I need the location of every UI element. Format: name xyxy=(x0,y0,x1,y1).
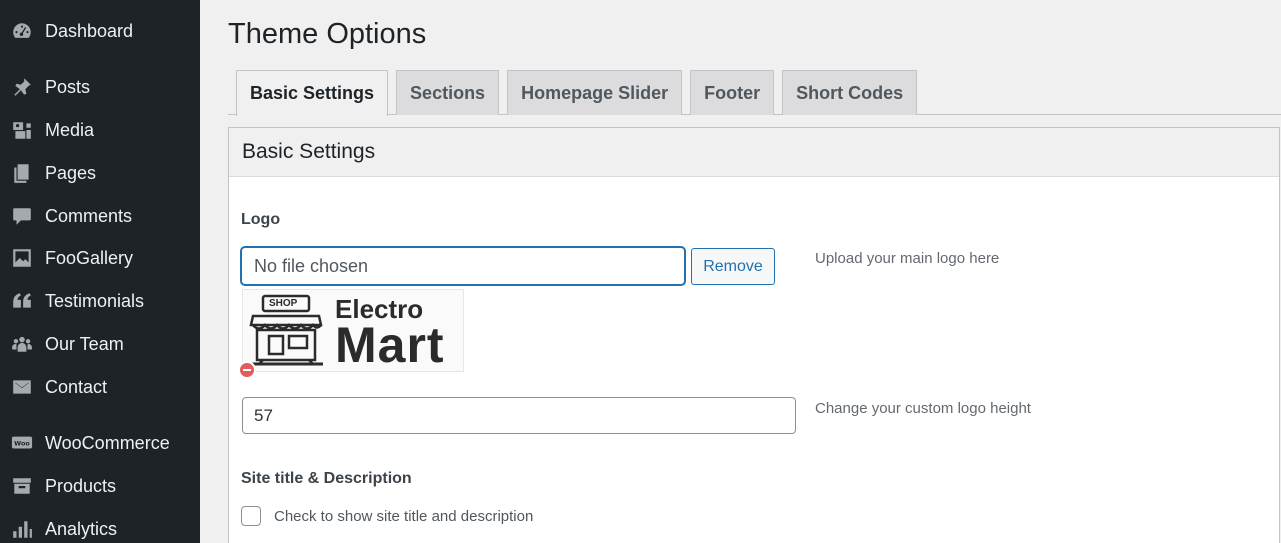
pages-icon xyxy=(10,161,34,185)
groups-icon xyxy=(10,332,34,356)
sidebar-item-label: Testimonials xyxy=(45,290,145,311)
sidebar-item-posts[interactable]: Posts xyxy=(0,69,200,105)
site-title-checkbox-label[interactable]: Check to show site title and description xyxy=(274,508,533,525)
tab-footer[interactable]: Footer xyxy=(690,70,775,115)
sidebar-item-pages[interactable]: Pages xyxy=(0,155,200,191)
tab-bar: Basic Settings Sections Homepage Slider … xyxy=(228,70,918,116)
remove-logo-button[interactable]: Remove xyxy=(691,248,775,285)
logo-help-text: Upload your main logo here xyxy=(815,250,1000,267)
sidebar-item-products[interactable]: Products xyxy=(0,468,200,504)
sidebar-item-label: WooCommerce xyxy=(45,432,170,453)
sidebar-item-media[interactable]: Media xyxy=(0,112,200,148)
sidebar-item-label: Media xyxy=(45,119,95,140)
sidebar-item-label: Products xyxy=(45,475,117,496)
tab-short-codes[interactable]: Short Codes xyxy=(782,70,918,115)
logo-label: Logo xyxy=(241,211,281,228)
sidebar-item-label: FooGallery xyxy=(45,247,134,268)
sidebar-item-dashboard[interactable]: Dashboard xyxy=(0,13,200,49)
remove-logo-icon[interactable] xyxy=(238,361,256,379)
sidebar-item-label: Contact xyxy=(45,376,108,397)
sidebar-item-label: Comments xyxy=(45,205,133,226)
logo-word-mart: Mart xyxy=(335,317,445,373)
sidebar-item-label: Dashboard xyxy=(45,20,134,41)
logo-preview: SHOP Electro Mart xyxy=(242,289,464,373)
sidebar-item-woocommerce[interactable]: Woo WooCommerce xyxy=(0,425,200,461)
sidebar-item-testimonials[interactable]: Testimonials xyxy=(0,283,200,319)
sidebar-item-analytics[interactable]: Analytics xyxy=(0,511,200,543)
logo-height-input[interactable] xyxy=(242,397,796,434)
quote-icon xyxy=(10,289,34,313)
comment-icon xyxy=(10,204,34,228)
tab-homepage-slider[interactable]: Homepage Slider xyxy=(507,70,683,115)
archive-icon xyxy=(10,474,34,498)
sidebar-item-label: Pages xyxy=(45,162,97,183)
sidebar-item-label: Analytics xyxy=(45,518,118,539)
file-input-value: No file chosen xyxy=(254,255,369,276)
sidebar-item-contact[interactable]: Contact xyxy=(0,369,200,405)
envelope-icon xyxy=(10,375,34,399)
media-icon xyxy=(10,118,34,142)
gallery-icon xyxy=(10,246,34,270)
site-title-label: Site title & Description xyxy=(241,470,412,487)
bar-chart-icon xyxy=(10,517,34,541)
tab-sections[interactable]: Sections xyxy=(396,70,500,115)
dashboard-icon xyxy=(10,19,34,43)
svg-text:Woo: Woo xyxy=(14,439,30,447)
tab-basic-settings[interactable]: Basic Settings xyxy=(236,70,389,116)
panel-title: Basic Settings xyxy=(229,128,1279,177)
woo-icon: Woo xyxy=(10,431,34,455)
sidebar-item-label: Our Team xyxy=(45,333,124,354)
admin-sidebar: Dashboard Posts Media Pages Comments Foo… xyxy=(0,0,200,543)
logo-file-input[interactable]: No file chosen xyxy=(241,247,685,285)
site-title-checkbox[interactable] xyxy=(241,506,261,526)
page-title: Theme Options xyxy=(228,18,427,50)
sidebar-item-our-team[interactable]: Our Team xyxy=(0,326,200,362)
sidebar-item-comments[interactable]: Comments xyxy=(0,198,200,234)
sidebar-item-foogallery[interactable]: FooGallery xyxy=(0,240,200,276)
sidebar-item-label: Posts xyxy=(45,76,91,97)
logo-height-help-text: Change your custom logo height xyxy=(815,400,1031,417)
logo-shop-text: SHOP xyxy=(269,298,298,309)
pin-icon xyxy=(10,75,34,99)
